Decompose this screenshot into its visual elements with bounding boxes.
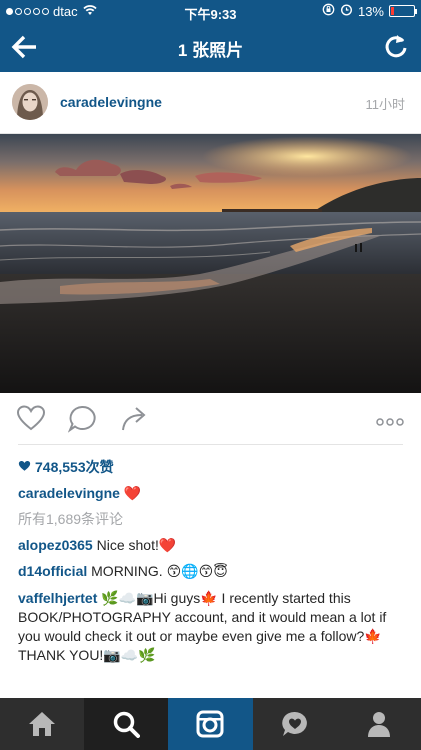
comment-username[interactable]: vaffelhjertet: [18, 590, 97, 606]
battery-percent: 13%: [357, 3, 384, 19]
rotation-lock-icon: [322, 3, 335, 19]
comment-icon[interactable]: [67, 405, 96, 438]
comment-username[interactable]: d14official: [18, 563, 87, 579]
activity-heart-icon[interactable]: [253, 698, 337, 750]
comment-text: MORNING. 😙🌐😙😇: [91, 563, 228, 579]
caption-text: ❤️: [123, 485, 142, 501]
camera-icon[interactable]: [168, 698, 253, 750]
battery-icon: [389, 5, 417, 17]
comment-item: d14official MORNING. 😙🌐😙😇: [18, 561, 403, 582]
comment-item: vaffelhjertet 🌿☁️📷Hi guys🍁 I recently st…: [18, 589, 403, 665]
nav-bar: 1 张照片: [0, 22, 421, 72]
post-username[interactable]: caradelevingne: [60, 94, 162, 110]
comment-item: alopez0365 Nice shot!❤️: [18, 535, 403, 556]
like-count-row[interactable]: 748,553次赞: [18, 456, 403, 478]
bottom-tab-bar: [0, 698, 421, 750]
heart-small-icon: [18, 459, 31, 475]
search-icon[interactable]: [84, 698, 169, 750]
view-all-comments-link[interactable]: 所有1,689条评论: [18, 509, 403, 530]
more-options-icon[interactable]: [376, 413, 404, 431]
comment-username[interactable]: alopez0365: [18, 537, 93, 553]
caption-row: caradelevingne ❤️: [18, 483, 403, 504]
refresh-icon[interactable]: [383, 32, 409, 60]
page-title: 1 张照片: [177, 41, 244, 60]
top-bar: dtac 下午9:33 13% 1 张照片: [0, 0, 421, 72]
alarm-icon: [340, 3, 353, 19]
post-photo[interactable]: [0, 134, 421, 393]
status-bar: dtac 下午9:33 13%: [0, 0, 421, 22]
caption-username[interactable]: caradelevingne: [18, 485, 120, 501]
divider: [18, 444, 403, 445]
avatar[interactable]: [12, 84, 48, 120]
profile-icon[interactable]: [337, 698, 421, 750]
post-header: caradelevingne 11小时: [0, 72, 421, 134]
post-time: 11小时: [365, 97, 406, 112]
action-bar: [0, 393, 421, 445]
post-details: 748,553次赞 caradelevingne ❤️ 所有1,689条评论 a…: [18, 456, 403, 665]
like-heart-icon[interactable]: [16, 405, 46, 436]
like-count: 748,553次赞: [35, 459, 114, 475]
comment-text: Nice shot!❤️: [96, 537, 177, 553]
home-icon[interactable]: [0, 698, 84, 750]
share-arrow-icon[interactable]: [120, 405, 148, 438]
